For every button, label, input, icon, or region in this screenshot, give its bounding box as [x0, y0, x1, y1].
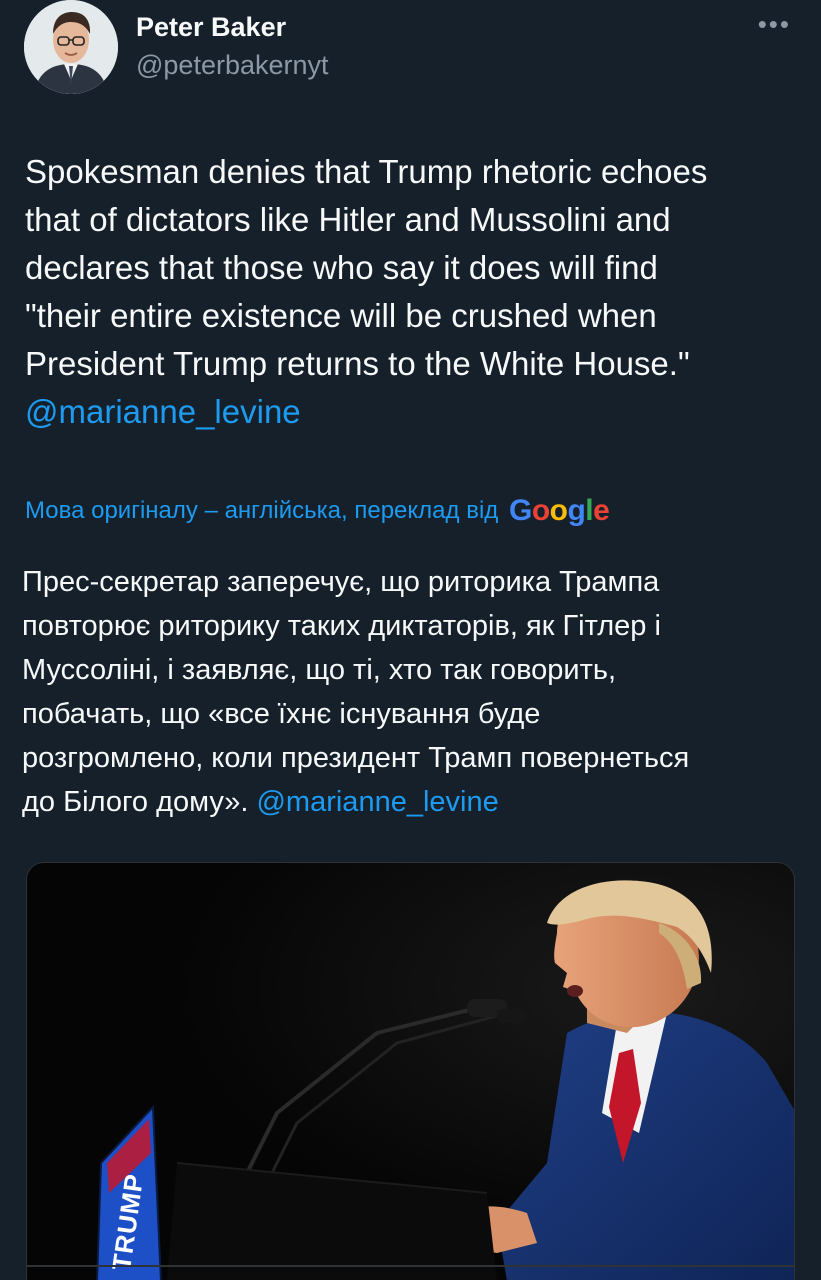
google-logo: Google	[508, 494, 610, 527]
tweet-text-line: President Trump returns to the White Hou…	[25, 345, 690, 382]
tweet-text: Spokesman denies that Trump rhetoric ech…	[25, 148, 805, 436]
author-handle[interactable]: @peterbakernyt	[136, 48, 329, 82]
tweet-media-photo[interactable]: TRUMP	[26, 862, 795, 1280]
translated-text-line: Муссоліні, і заявляє, що ті, хто так гов…	[22, 654, 617, 686]
translated-text-line: до Білого дому».	[22, 786, 249, 818]
translated-text-line: побачать, що «все їхнє існування буде	[22, 698, 541, 730]
tweet-text-line: declares that those who say it does will…	[25, 249, 658, 286]
mention-link[interactable]: @marianne_levine	[25, 388, 805, 436]
author-names: Peter Baker @peterbakernyt	[136, 10, 329, 82]
avatar[interactable]	[24, 0, 118, 94]
translation-note[interactable]: Мова оригіналу – англійська, переклад ві…	[25, 489, 815, 533]
tweet-text-line: that of dictators like Hitler and Mussol…	[25, 201, 671, 238]
translated-mention-link[interactable]: @marianne_levine	[256, 786, 498, 818]
tweet-text-line: Spokesman denies that Trump rhetoric ech…	[25, 153, 708, 190]
tweet-header: Peter Baker @peterbakernyt •••	[24, 0, 797, 100]
media-divider	[26, 1265, 795, 1267]
more-options-icon[interactable]: •••	[758, 11, 791, 37]
translated-text-line: повторює риторику таких диктаторів, як Г…	[22, 610, 661, 642]
translated-text-line-last: до Білого дому». @marianne_levine	[22, 780, 812, 824]
translated-text-line: розгромлено, коли президент Трамп поверн…	[22, 742, 690, 774]
translated-text-line: Прес-секретар заперечує, що риторика Тра…	[22, 566, 660, 598]
author-display-name[interactable]: Peter Baker	[136, 10, 329, 44]
translated-text: Прес-секретар заперечує, що риторика Тра…	[22, 560, 812, 824]
avatar-photo-icon	[24, 0, 118, 94]
translation-note-text: Мова оригіналу – англійська, переклад ві…	[25, 497, 499, 524]
tweet-text-line: "their entire existence will be crushed …	[25, 297, 657, 334]
